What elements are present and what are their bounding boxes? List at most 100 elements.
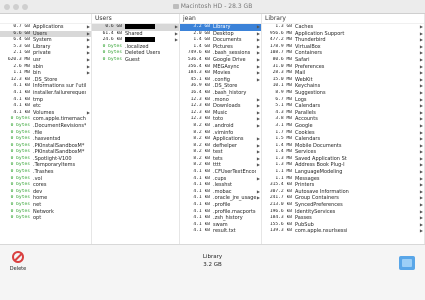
list-item[interactable]: 4.3 MB Parallels ▶ bbox=[262, 110, 424, 117]
list-item[interactable]: 1.7 MB Cookies ▶ bbox=[262, 130, 424, 137]
reveal-in-finder-button[interactable] bbox=[399, 256, 415, 270]
list-item[interactable]: 0 bytes Guest bbox=[92, 57, 179, 64]
list-item[interactable]: 8.9 MB Suggestions ▶ bbox=[262, 90, 424, 97]
list-item[interactable]: 1.3 GB Caches ▶ bbox=[262, 24, 424, 31]
list-item[interactable]: 956.6 MB Application Support ▶ bbox=[262, 31, 424, 38]
list-item[interactable]: 1.4 GB Documents ▶ bbox=[180, 37, 261, 44]
list-item[interactable]: 4.1 kB.CFUserTextEncoding bbox=[180, 169, 261, 176]
list-item[interactable]: 477.2 MB Thunderbird ▶ bbox=[262, 37, 424, 44]
list-item[interactable]: 4.1 kB Volumes ▶ bbox=[0, 110, 91, 117]
list-item[interactable]: 28.3 MB Mail ▶ bbox=[262, 70, 424, 77]
list-item[interactable]: 0 bytes .Trashes bbox=[0, 169, 91, 176]
list-item[interactable]: 0 bytes Network bbox=[0, 209, 91, 216]
list-item[interactable]: 3.1 MB Google ▶ bbox=[262, 123, 424, 130]
list-item[interactable]: 307.2 kB Autosave Information ▶ bbox=[262, 189, 424, 196]
list-item[interactable]: 620.3 MB usr ▶ bbox=[0, 57, 91, 64]
list-item[interactable]: 1.1 MB bin ▶ bbox=[0, 70, 91, 77]
list-item[interactable]: 0 bytes cores bbox=[0, 182, 91, 189]
list-item[interactable]: 1.1 MB LanguageModeling ▶ bbox=[262, 169, 424, 176]
list-item[interactable]: 8.2 kB .android ▶ bbox=[180, 123, 261, 130]
list-item[interactable]: 1.4 GB Pictures ▶ bbox=[180, 44, 261, 51]
list-item[interactable]: 3.2 GB Library ▶ bbox=[180, 24, 261, 31]
list-item[interactable]: 4.1 kB.profile.macports-save bbox=[180, 209, 261, 216]
list-item[interactable]: 6.6 GB Users ▶ bbox=[0, 30, 91, 38]
list-item[interactable]: 315.4 kB Printers ▶ bbox=[262, 182, 424, 189]
list-item[interactable]: 4.1 kB .oracle_jre_usage ▶ bbox=[180, 195, 261, 202]
list-item[interactable]: 139.3 kB com.apple.nsurlsessi ▶ bbox=[262, 228, 424, 235]
list-item[interactable]: 6.4 GB System ▶ bbox=[0, 37, 91, 44]
list-item[interactable]: 3.8 MB Accounts ▶ bbox=[262, 116, 424, 123]
list-item[interactable]: 1.3 MB Address Book Plug-I ▶ bbox=[262, 162, 424, 169]
list-item[interactable]: 536.4 kB Google Drive ▶ bbox=[180, 57, 261, 64]
list-item[interactable]: 2.0 GB Desktop ▶ bbox=[180, 31, 261, 38]
list-item[interactable]: 8.2 kB .viminfo bbox=[180, 130, 261, 137]
list-item[interactable]: 749.6 kB .bash_sessions ▶ bbox=[180, 50, 261, 57]
list-item[interactable]: 5.3 GB Library ▶ bbox=[0, 44, 91, 51]
list-item[interactable]: 0 bytes dev bbox=[0, 189, 91, 196]
list-item[interactable]: 0 bytes .localized bbox=[92, 44, 179, 51]
list-item[interactable]: 12.3 kB Music ▶ bbox=[180, 110, 261, 117]
list-item[interactable]: 4.1 kB .profile bbox=[180, 202, 261, 209]
list-item[interactable]: 0 bytes net bbox=[0, 202, 91, 209]
list-item[interactable]: 184.3 kB Passes ▶ bbox=[262, 215, 424, 222]
list-item[interactable]: 12.3 kB .mono ▶ bbox=[180, 97, 261, 104]
list-item[interactable]: 12.3 kB toto ▶ bbox=[180, 116, 261, 123]
list-item[interactable]: 12.3 kB Downloads ▶ bbox=[180, 103, 261, 110]
list-item[interactable]: 6.7 MB Logs ▶ bbox=[262, 97, 424, 104]
list-item[interactable]: 4.1 kB tmp bbox=[0, 97, 91, 104]
list-item[interactable]: 184.3 kB Movies ▶ bbox=[180, 70, 261, 77]
list-item[interactable]: 1.5 MB Calendars ▶ bbox=[262, 136, 424, 143]
list-item[interactable]: 45.1 kB .config ▶ bbox=[180, 77, 261, 84]
list-item[interactable]: 0 bytes .PKInstallSandboxM* bbox=[0, 143, 91, 150]
list-item[interactable]: 80.6 MB Safari ▶ bbox=[262, 57, 424, 64]
list-item[interactable]: 8.2 kB test ▶ bbox=[180, 149, 261, 156]
list-item[interactable]: 155.6 kB PubSub ▶ bbox=[262, 222, 424, 229]
list-item[interactable]: 0 bytes .DocumentRevisions* bbox=[0, 123, 91, 130]
list-item[interactable]: 4.1 kB .lesshst bbox=[180, 182, 261, 189]
list-item[interactable]: 0 bytes .TemporaryItems bbox=[0, 162, 91, 169]
list-item[interactable]: 0 bytes .Spotlight-V100 bbox=[0, 156, 91, 163]
list-item[interactable]: 4.1 kB .mobac ▶ bbox=[180, 189, 261, 196]
list-item[interactable]: 2.6 MB sbin ▶ bbox=[0, 64, 91, 71]
list-item[interactable]: 4.1 kB installer.failurerequests bbox=[0, 90, 91, 97]
list-item[interactable]: 0 bytes home bbox=[0, 195, 91, 202]
list-item[interactable]: 4.1 kB swam bbox=[180, 222, 261, 229]
list-item[interactable]: 1.4 MB Services ▶ bbox=[262, 149, 424, 156]
list-item[interactable]: 31.0 MB Preferences ▶ bbox=[262, 64, 424, 71]
list-item[interactable]: 0.7 GB Applications ▶ bbox=[0, 24, 91, 31]
list-item[interactable]: 5.1 MB Calendars ▶ bbox=[262, 103, 424, 110]
list-item[interactable]: 4.1 kB result.txt bbox=[180, 228, 261, 235]
list-item[interactable]: 213.0 kB SyncedPreferences ▶ bbox=[262, 202, 424, 209]
list-item[interactable]: 4.1 kB etc bbox=[0, 103, 91, 110]
list-item[interactable]: 8.2 kB tttt ▶ bbox=[180, 162, 261, 169]
list-item[interactable]: 8.2 kB defhelper ▶ bbox=[180, 143, 261, 150]
list-item[interactable]: 108.7 MB Containers ▶ bbox=[262, 50, 424, 57]
list-item[interactable]: 1.4 MB Mobile Documents ▶ bbox=[262, 143, 424, 150]
list-item[interactable]: 0 bytes com.apple.timemach bbox=[0, 116, 91, 123]
list-item[interactable]: 196.6 kB IdentityServices ▶ bbox=[262, 209, 424, 216]
list-item[interactable]: 1.1 MB Messages ▶ bbox=[262, 176, 424, 183]
list-item[interactable]: 0 bytes .hasventsd bbox=[0, 136, 91, 143]
list-item[interactable]: 0 bytes .vol bbox=[0, 176, 91, 183]
list-item[interactable]: 61.4 kB Shared ▶ bbox=[92, 31, 179, 38]
list-item[interactable]: 0 bytes opt bbox=[0, 215, 91, 222]
list-item[interactable]: 0 bytes .PKInstallSandboxM* bbox=[0, 149, 91, 156]
list-item[interactable]: 178.9 MB VirtualBox ▶ bbox=[262, 44, 424, 51]
list-item[interactable]: 16.4 kB .bash_history bbox=[180, 90, 261, 97]
list-item[interactable]: 0 bytes .file bbox=[0, 130, 91, 137]
list-item[interactable]: 1.3 MB Saved Application St ▶ bbox=[262, 156, 424, 163]
list-item[interactable]: 356.4 kB MEGAsync ▶ bbox=[180, 64, 261, 71]
list-item[interactable]: 2.1 GB private ▶ bbox=[0, 50, 91, 57]
list-item[interactable]: 0.6 GB ▶ bbox=[92, 24, 179, 31]
list-item[interactable]: 15.0 MB WebKit ▶ bbox=[262, 77, 424, 84]
list-item[interactable]: 36.9 kB .DS_Store bbox=[180, 83, 261, 90]
list-item[interactable]: 8.2 kB tets ▶ bbox=[180, 156, 261, 163]
list-item[interactable]: 4.1 kBInformations sur l'utilisa bbox=[0, 83, 91, 90]
list-item[interactable]: 0 bytes Deleted Users bbox=[92, 50, 179, 57]
list-item[interactable]: 4.1 kB .cups ▶ bbox=[180, 176, 261, 183]
list-item[interactable]: 241.7 kB Group Containers ▶ bbox=[262, 195, 424, 202]
list-item[interactable]: 12.3 kB .DS_Store bbox=[0, 77, 91, 84]
list-item[interactable]: 24.6 kB ▶ bbox=[92, 37, 179, 44]
list-item[interactable]: 10.1 MB Keychains ▶ bbox=[262, 83, 424, 90]
list-item[interactable]: 4.1 kB .zsh_history bbox=[180, 215, 261, 222]
